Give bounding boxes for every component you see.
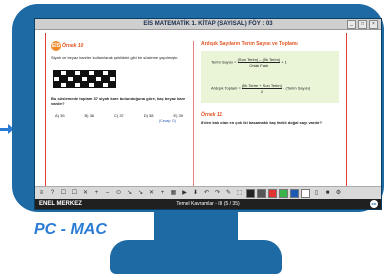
section-title: Temel Kavramlar - III (5 / 35)	[176, 201, 240, 207]
zoom-out-icon[interactable]: –	[103, 189, 112, 198]
color-gray-swatch[interactable]	[257, 188, 266, 198]
pointer-arrow	[0, 124, 14, 134]
platform-caption: PC - MAC	[34, 221, 107, 238]
page-right-border	[346, 33, 347, 195]
page-icon[interactable]: ☐	[59, 189, 68, 198]
formula-2-tail: · (Terim Sayısı)	[283, 85, 311, 91]
app-window: EİS MATEMATİK 1. KİTAP (SAYISAL) FÖY : 0…	[34, 18, 382, 210]
monitor-base	[110, 240, 282, 274]
color-black-swatch[interactable]	[246, 188, 255, 198]
formula-1-lhs: Terim Sayısı =	[211, 59, 237, 65]
question-text-2: 8'den kalı olan en çok iki basamaklı kaç…	[201, 120, 323, 125]
answer-key: (Cevap: D)	[159, 119, 176, 123]
formula-title: Ardışık Sayıların Terim Sayısı ve Toplam…	[201, 41, 298, 47]
grid-icon[interactable]: ▦	[169, 189, 178, 198]
question-text: Siyah ve beyaz kareler kullanılarak şeki…	[51, 55, 179, 60]
pen-icon[interactable]: ✎	[224, 189, 233, 198]
drawing-toolbar: ≡ ? ☐ ☐ ✕ + – ⬭ ↘ ↘ ✕ + ▦ ▶ ⬇ ↶ ↷ ✎ ⬚ ▯	[35, 186, 381, 199]
pointer-alt-icon[interactable]: ↘	[136, 189, 145, 198]
menu-icon[interactable]: ≡	[37, 189, 46, 198]
minimize-button[interactable]: _	[347, 20, 356, 29]
eraser-icon[interactable]: ⬚	[235, 189, 244, 198]
bookmark-icon[interactable]: ▯	[312, 189, 321, 198]
color-green-swatch[interactable]	[279, 188, 288, 198]
answer-options: A) 35 B) 36 C) 37 D) 38 E) 39	[55, 113, 183, 118]
monitor-frame: EİS MATEMATİK 1. KİTAP (SAYISAL) FÖY : 0…	[12, 4, 384, 212]
stop-icon[interactable]: ■	[323, 189, 332, 198]
page-view-icon[interactable]: ☐	[70, 189, 79, 198]
close-tool-icon[interactable]: ✕	[81, 189, 90, 198]
example-label-2: Örnek 11	[201, 112, 223, 118]
window-title: EİS MATEMATİK 1. KİTAP (SAYISAL) FÖY : 0…	[143, 21, 273, 27]
brand-logo: EİS	[370, 200, 378, 208]
maximize-button[interactable]: □	[358, 20, 367, 29]
play-icon[interactable]: ▶	[180, 189, 189, 198]
checker-pattern	[53, 70, 117, 88]
column-divider	[193, 41, 194, 191]
undo-icon[interactable]: ↶	[202, 189, 211, 198]
color-blue-swatch[interactable]	[290, 188, 299, 198]
formula-term-count: Terim Sayısı = (Son Terim) – (İlk Terim)…	[211, 57, 287, 68]
download-icon[interactable]: ⬇	[191, 189, 200, 198]
example-icon: EİS	[51, 41, 61, 51]
title-bar: EİS MATEMATİK 1. KİTAP (SAYISAL) FÖY : 0…	[35, 19, 381, 30]
option-d[interactable]: D) 38	[144, 113, 154, 118]
formula-2-denominator: 2	[260, 89, 264, 94]
option-a[interactable]: A) 35	[55, 113, 65, 118]
book-page: EİS Örnek 10 Siyah ve beyaz kareler kull…	[45, 33, 347, 195]
color-red-swatch[interactable]	[268, 188, 277, 198]
monitor-neck	[154, 212, 238, 242]
redo-icon[interactable]: ↷	[213, 189, 222, 198]
option-b[interactable]: B) 36	[85, 113, 95, 118]
formula-1-denominator: Ortak Fark	[249, 63, 269, 68]
status-bar: ENEL MERKEZ Temel Kavramlar - III (5 / 3…	[35, 199, 381, 209]
cross-icon[interactable]: ✕	[147, 189, 156, 198]
plus-icon[interactable]: +	[158, 189, 167, 198]
formula-2-lhs: Ardışık Toplam =	[211, 85, 241, 91]
close-button[interactable]: ×	[369, 20, 378, 29]
pointer-icon[interactable]: ↘	[125, 189, 134, 198]
example-label: Örnek 10	[62, 43, 84, 49]
formula-1-tail: + 1	[281, 59, 287, 65]
color-white-swatch[interactable]	[301, 188, 310, 198]
option-e[interactable]: E) 39	[173, 113, 183, 118]
zoom-in-icon[interactable]: +	[92, 189, 101, 198]
page-left-border	[45, 33, 46, 195]
window-controls: _ □ ×	[347, 20, 378, 29]
hand-icon[interactable]: ⬭	[114, 189, 123, 198]
formula-sum: Ardışık Toplam = (İlk Terim + Son Terim)…	[211, 83, 310, 94]
settings-icon[interactable]: ⚙	[334, 189, 343, 198]
option-c[interactable]: C) 37	[114, 113, 124, 118]
help-icon[interactable]: ?	[48, 189, 57, 198]
question-prompt: Bu süslemede toplam 37 siyah kare bulund…	[51, 96, 186, 106]
